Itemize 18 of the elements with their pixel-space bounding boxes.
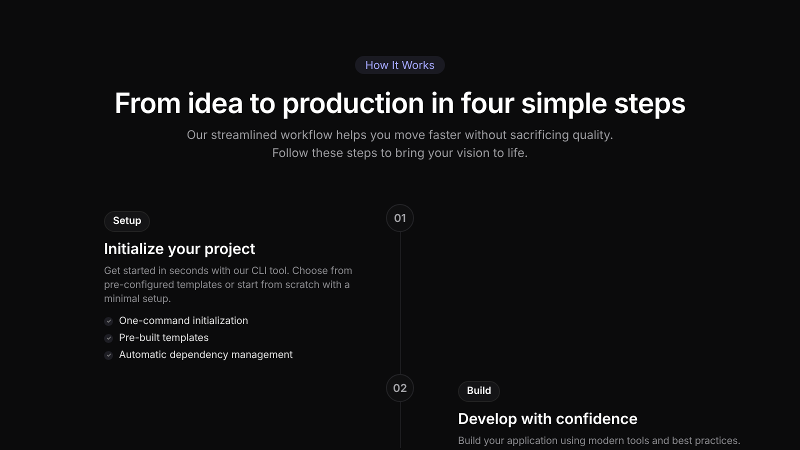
section-title: From idea to production in four simple steps xyxy=(114,86,686,120)
check-icon xyxy=(104,316,113,326)
feature-text: Automatic dependency management xyxy=(119,349,293,361)
subtitle-line: Our streamlined workflow helps you move faster without sacrificing quality. xyxy=(186,126,614,144)
step-tag: Build xyxy=(458,381,500,402)
step-heading: Develop with confidence xyxy=(458,409,638,429)
section-badge: How It Works xyxy=(355,56,445,74)
check-icon xyxy=(104,334,113,342)
feature-text: Pre-built templates xyxy=(119,332,209,344)
step-number: 02 xyxy=(386,374,414,402)
step-description: Get started in seconds with our CLI tool. Choose from pre-configured templates or start from scratch with a minimal setup. xyxy=(104,264,354,306)
step-description: Build your application using modern tools and best practices. xyxy=(458,434,740,448)
subtitle-line: Follow these steps to bring your vision to life. xyxy=(272,144,528,162)
feature-text: One-command initialization xyxy=(119,315,248,327)
check-icon xyxy=(104,350,113,360)
step-number: 01 xyxy=(386,204,414,232)
step-heading: Initialize your project xyxy=(104,239,256,259)
step-tag: Setup xyxy=(104,211,150,232)
